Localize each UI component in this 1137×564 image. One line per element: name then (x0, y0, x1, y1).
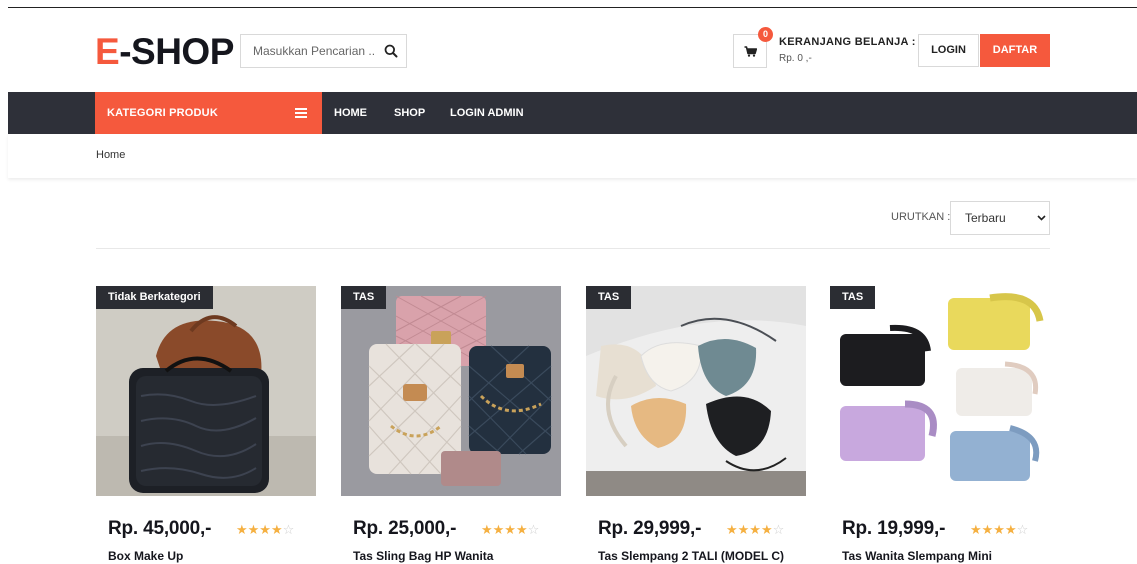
logo-text: -SHOP (119, 31, 234, 72)
breadcrumb-home[interactable]: Home (96, 149, 125, 161)
site-header: E-SHOP 0 KERANJANG BELANJA : Rp. 0 ,- LO… (0, 8, 1137, 92)
product-card[interactable]: TAS Rp. 29,999,- ★★★★☆ Tas Slempang 2 TA… (586, 286, 806, 564)
product-image[interactable]: Tidak Berkategori (96, 286, 316, 496)
product-name[interactable]: Tas Slempang 2 TALI (MODEL C) (598, 549, 784, 563)
product-image[interactable]: TAS (341, 286, 561, 496)
cart-icon (744, 46, 757, 57)
cart-count-badge: 0 (758, 27, 773, 42)
product-rating: ★★★★☆ (481, 522, 539, 538)
sort-selected-value: Terbaru (965, 211, 1006, 225)
product-name[interactable]: Tas Wanita Slempang Mini (842, 549, 992, 563)
product-image[interactable]: TAS (586, 286, 806, 496)
product-category-tag[interactable]: TAS (830, 286, 876, 309)
search-input[interactable] (241, 35, 377, 67)
nav-item-login-admin[interactable]: LOGIN ADMIN (450, 92, 524, 134)
login-button[interactable]: LOGIN (918, 34, 979, 67)
star-empty-icon: ☆ (282, 522, 295, 537)
product-category-tag[interactable]: TAS (586, 286, 632, 309)
logo-accent: E (95, 31, 120, 72)
product-price: Rp. 25,000,- (353, 518, 457, 539)
star-icon: ★★★★ (481, 522, 528, 537)
breadcrumb (8, 134, 1137, 178)
star-icon: ★★★★ (236, 522, 283, 537)
product-rating: ★★★★☆ (726, 522, 784, 538)
sort-label: URUTKAN : (891, 211, 951, 223)
chevron-down-icon (1037, 215, 1046, 221)
product-card[interactable]: TAS Rp. 25,000,- ★★★★☆ Tas Sling Bag HP … (341, 286, 561, 564)
divider (96, 248, 1050, 249)
star-empty-icon: ☆ (527, 522, 540, 537)
star-empty-icon: ☆ (772, 522, 785, 537)
star-icon: ★★★★ (970, 522, 1017, 537)
sort-select[interactable]: Terbaru (950, 201, 1050, 235)
search-icon[interactable] (384, 44, 398, 58)
product-price: Rp. 45,000,- (108, 518, 212, 539)
nav-item-home[interactable]: HOME (334, 92, 367, 134)
nav-item-shop[interactable]: SHOP (394, 92, 425, 134)
category-label: KATEGORI PRODUK (107, 107, 218, 119)
product-rating: ★★★★☆ (236, 522, 294, 538)
product-price: Rp. 29,999,- (598, 518, 702, 539)
product-image[interactable]: TAS (830, 286, 1050, 496)
menu-icon (295, 108, 307, 118)
product-card[interactable]: TAS Rp. 19,999,- ★★★★☆ Tas Wanita Slempa… (830, 286, 1050, 564)
product-price: Rp. 19,999,- (842, 518, 946, 539)
cart-total: Rp. 0 ,- (779, 53, 812, 64)
product-rating: ★★★★☆ (970, 522, 1028, 538)
star-icon: ★★★★ (726, 522, 773, 537)
star-empty-icon: ☆ (1016, 522, 1029, 537)
category-menu-button[interactable]: KATEGORI PRODUK (95, 92, 322, 134)
search-box (240, 34, 407, 68)
product-category-tag[interactable]: Tidak Berkategori (96, 286, 213, 309)
cart-title: KERANJANG BELANJA : (779, 36, 916, 48)
product-name[interactable]: Box Make Up (108, 549, 183, 563)
product-name[interactable]: Tas Sling Bag HP Wanita (353, 549, 493, 563)
product-category-tag[interactable]: TAS (341, 286, 387, 309)
site-logo[interactable]: E-SHOP (95, 32, 234, 72)
product-card[interactable]: Tidak Berkategori Rp. 45,000,- ★★★★☆ Box… (96, 286, 316, 564)
register-button[interactable]: DAFTAR (980, 34, 1050, 67)
